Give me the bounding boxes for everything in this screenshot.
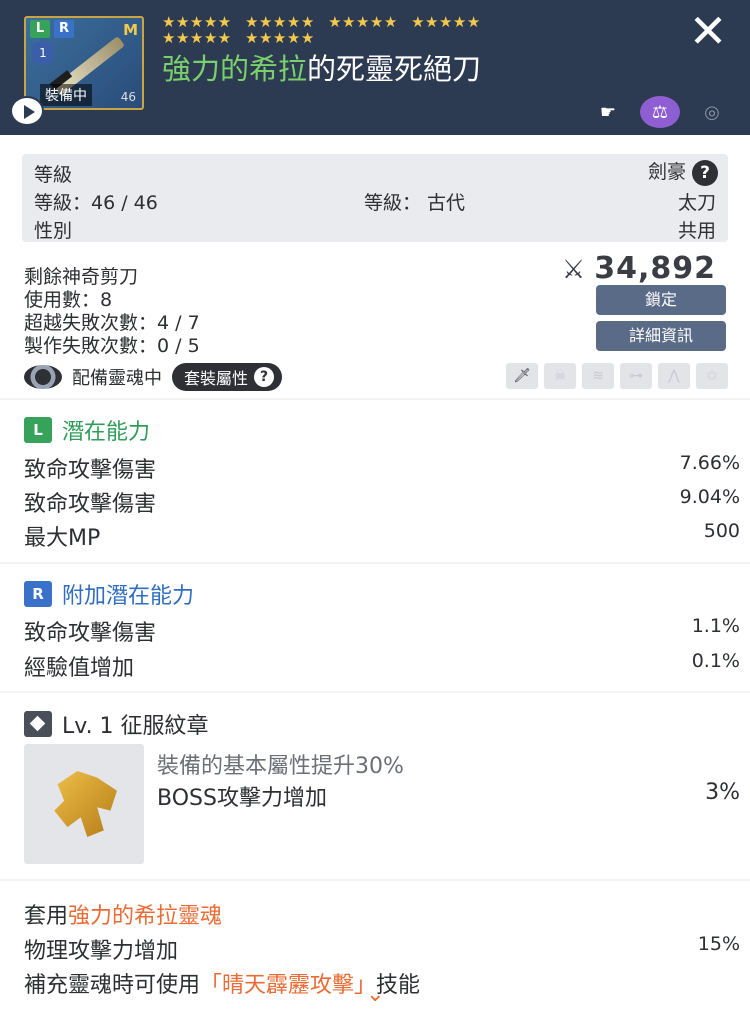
bag-icon[interactable]: ◎ <box>692 96 732 128</box>
emblem-stat-label: BOSS攻擊力增加 <box>157 786 327 811</box>
gender-label: 性別 <box>34 220 73 242</box>
soul-row: 配備靈魂中 套裝屬性 ? <box>24 363 283 391</box>
set-attribute-button[interactable]: 套裝屬性 ? <box>172 363 283 391</box>
equipped-tag: 裝備中 <box>40 84 92 106</box>
item-title-highlight: 強力的希拉 <box>162 52 308 86</box>
dragon-emblem-icon <box>54 771 117 837</box>
soul-prefix: 套用 <box>24 904 69 929</box>
item-icon[interactable]: L R M 1 裝備中 46 <box>24 16 144 110</box>
equip-level: 46 <box>120 90 136 104</box>
potential-line-value: 7.66% <box>679 452 740 474</box>
crossed-swords-icon: ⚔ <box>561 255 587 285</box>
potential-title: 潛在能力 <box>62 420 151 445</box>
item-title: 強力的希拉的死靈死絕刀 <box>162 46 481 88</box>
potential-line-label: 致命攻擊傷害 <box>24 492 157 517</box>
plug-slot-icon[interactable]: ⊶ <box>620 363 652 389</box>
detail-button[interactable]: 詳細資訊 <box>596 321 726 351</box>
power-value: 34,892 <box>594 251 716 286</box>
additional-line-value: 0.1% <box>691 650 740 672</box>
potential-line-label: 最大MP <box>24 526 101 551</box>
additional-title: 附加潛在能力 <box>62 584 195 609</box>
item-header: L R M 1 裝備中 46 ★★★★★ ★★★★★ ★★★★★ ★★★★★ ★… <box>0 0 750 135</box>
scale-icon[interactable]: ⚖ <box>640 96 680 128</box>
additional-potential-section: R 附加潛在能力 致命攻擊傷害 1.1% 經驗值增加 0.1% <box>0 564 750 691</box>
close-button[interactable]: ✕ <box>684 8 732 56</box>
emblem-stat-value: 3% <box>705 780 740 805</box>
combat-power: ⚔ 34,892 <box>562 251 716 286</box>
additional-line-label: 經驗值增加 <box>24 656 135 681</box>
tier-text: 等級： 古代 <box>364 192 466 214</box>
lock-button[interactable]: 鎖定 <box>596 285 726 315</box>
help-icon: ? <box>254 367 275 387</box>
gender-value: 共用 <box>677 220 716 242</box>
soul-skill: 補充靈魂時可使用「晴天霹靂攻擊」技能 <box>24 967 420 999</box>
help-icon[interactable]: ? <box>692 159 718 186</box>
potential-line-label: 致命攻擊傷害 <box>24 458 157 483</box>
additional-line-value: 1.1% <box>691 615 740 637</box>
potential-line-value: 500 <box>703 520 740 542</box>
transcend-level-badge: 1 <box>32 40 54 66</box>
star-group: ★★★★★ <box>162 29 232 47</box>
emblem-stat: BOSS攻擊力增加 3% <box>157 780 740 812</box>
grade-label: 等級 <box>34 164 73 186</box>
skull-slot-icon[interactable]: ☠ <box>544 363 576 389</box>
chevron-down-icon[interactable]: ⌄ <box>366 982 384 1007</box>
emblem-desc: 裝備的基本屬性提升30% <box>157 754 404 779</box>
star-row-2: ★★★★★ ★★★★★ <box>162 30 582 46</box>
additional-line-label: 致命攻擊傷害 <box>24 621 157 646</box>
wave-slot-icon[interactable]: ≋ <box>582 363 614 389</box>
soul-stat-value: 15% <box>697 933 740 955</box>
medal-badge: M <box>123 21 138 39</box>
emblem-icon[interactable] <box>24 744 144 864</box>
rare-badge: R <box>24 581 52 607</box>
soul-stat-line: 物理攻擊力增加 15% <box>24 933 740 965</box>
soul-skill-name: 「晴天霹靂攻擊」 <box>200 973 377 998</box>
additional-line: 致命攻擊傷害 1.1% <box>24 615 740 647</box>
additional-header: R 附加潛在能力 <box>24 578 194 610</box>
legendary-potential-badge: L <box>30 20 50 38</box>
star-row-1: ★★★★★ ★★★★★ ★★★★★ ★★★★★ <box>162 14 582 30</box>
potential-section: L 潛在能力 致命攻擊傷害 7.66% 致命攻擊傷害 9.04% 最大MP 50… <box>0 400 750 562</box>
set-attribute-label: 套裝屬性 <box>184 369 249 388</box>
play-icon[interactable] <box>10 96 44 126</box>
star-force: ★★★★★ ★★★★★ ★★★★★ ★★★★★ ★★★★★ ★★★★★ <box>162 14 582 46</box>
star-group: ★★★★★ <box>411 13 481 31</box>
item-title-rest: 的死靈死絕刀 <box>307 52 482 86</box>
potential-header: L 潛在能力 <box>24 414 150 446</box>
weapon-type: 太刀 <box>677 192 716 214</box>
potential-line-value: 9.04% <box>679 486 740 508</box>
soul-stat-label: 物理攻擊力增加 <box>24 939 179 964</box>
star-slot-icon[interactable]: ✩ <box>696 363 728 389</box>
soul-equipped-label: 配備靈魂中 <box>72 368 162 389</box>
additional-line: 經驗值增加 0.1% <box>24 650 740 682</box>
soul-applied-line: 套用強力的希拉靈魂 <box>24 898 740 930</box>
hand-icon[interactable]: ☛ <box>588 96 628 128</box>
star-group: ★★★★★ <box>328 13 398 31</box>
info-box: 等級 劍豪? 等級：46 / 46 等級： 古代 太刀 性別 共用 <box>22 154 728 242</box>
soul-applied: 套用強力的希拉靈魂 <box>24 898 222 930</box>
emblem-diamond-icon <box>24 711 52 737</box>
soul-name: 強力的希拉靈魂 <box>68 904 223 929</box>
soul-skill-prefix: 補充靈魂時可使用 <box>24 973 201 998</box>
basic-info-section: 等級 劍豪? 等級：46 / 46 等級： 古代 太刀 性別 共用 剩餘神奇剪刀… <box>0 135 750 398</box>
header-icon-bar: ☛ ⚖ ◎ <box>588 96 732 128</box>
rare-potential-badge: R <box>54 20 74 38</box>
emblem-title: Lv. 1 征服紋章 <box>62 714 209 739</box>
slot-icons: 🗡 ☠ ≋ ⊶ ⋀ ✩ <box>506 363 728 389</box>
potential-line: 致命攻擊傷害 7.66% <box>24 452 740 484</box>
level-text: 等級：46 / 46 <box>34 192 158 214</box>
soul-section: 套用強力的希拉靈魂 物理攻擊力增加 15% 補充靈魂時可使用「晴天霹靂攻擊」技能… <box>0 881 750 1018</box>
job-label: 劍豪? <box>648 157 718 186</box>
job-name: 劍豪 <box>647 161 686 183</box>
soul-eye-icon <box>24 365 62 389</box>
potential-line: 致命攻擊傷害 9.04% <box>24 486 740 518</box>
emblem-header: Lv. 1 征服紋章 <box>24 708 209 740</box>
star-group: ★★★★★ <box>245 29 315 47</box>
sword-slot-icon[interactable]: 🗡 <box>506 363 538 389</box>
craft-fail-count: 製作失敗次數：0 / 5 <box>24 335 200 357</box>
emblem-section: Lv. 1 征服紋章 裝備的基本屬性提升30% BOSS攻擊力增加 3% <box>0 693 750 879</box>
road-slot-icon[interactable]: ⋀ <box>658 363 690 389</box>
potential-line: 最大MP 500 <box>24 520 740 552</box>
legendary-badge: L <box>24 417 52 443</box>
